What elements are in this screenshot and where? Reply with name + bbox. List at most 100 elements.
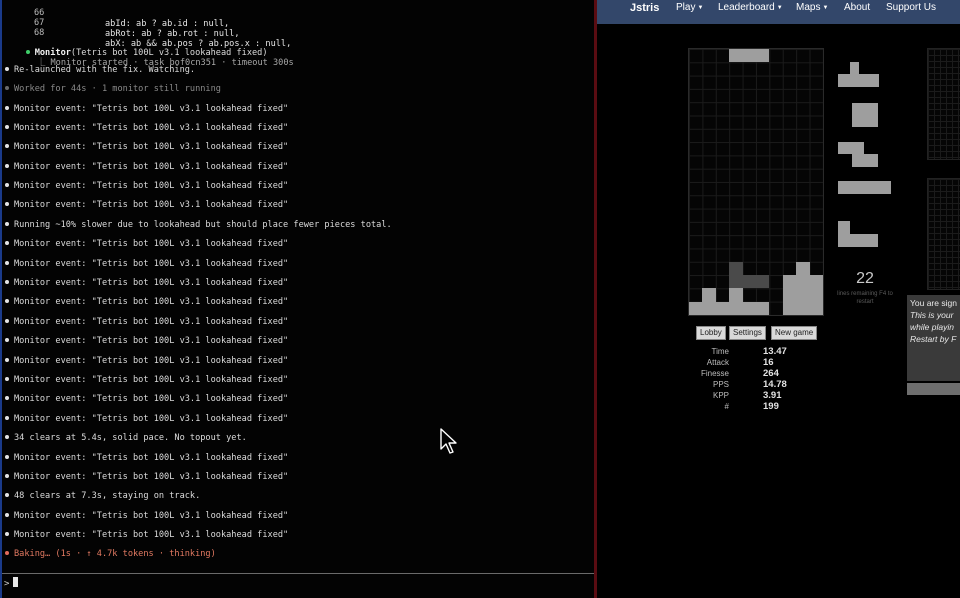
notice-line: You are sign — [910, 298, 957, 308]
monitor-event: Monitor event: "Tetris bot 100L v3.1 loo… — [5, 141, 288, 153]
bullet-icon — [5, 67, 9, 71]
nav-support[interactable]: Support Us — [886, 0, 936, 24]
status-text: Baking… (1s · ↑ 4.7k tokens · thinking) — [14, 549, 216, 559]
stat-value: 264 — [763, 368, 779, 379]
monitor-event: Monitor event: "Tetris bot 100L v3.1 loo… — [5, 180, 288, 192]
lobby-button[interactable]: Lobby — [696, 326, 726, 340]
opponent-board — [927, 178, 960, 290]
event-text: Monitor event: "Tetris bot 100L v3.1 loo… — [14, 142, 289, 152]
navbar: Jstris Play ▼ Leaderboard ▼ Maps ▼ About Su… — [597, 0, 960, 24]
monitor-event: Monitor event: "Tetris bot 100L v3.1 loo… — [5, 355, 288, 367]
terminal-pane[interactable]: 66 abId: ab ? ab.id : null, 67 abRot: ab… — [0, 0, 596, 598]
bullet-icon — [5, 358, 9, 362]
notice-scrollbar[interactable] — [907, 383, 960, 395]
notice-line: while playin — [910, 322, 954, 332]
monitor-event: Monitor event: "Tetris bot 100L v3.1 loo… — [5, 122, 288, 134]
message-text: 48 clears at 7.3s, staying on track. — [14, 491, 201, 501]
monitor-event: Monitor event: "Tetris bot 100L v3.1 loo… — [5, 510, 288, 522]
nav-maps[interactable]: Maps ▼ — [796, 0, 828, 24]
message-text: Running ~10% slower due to lookahead but… — [14, 220, 392, 230]
message-text: 34 clears at 5.4s, solid pace. No topout… — [14, 433, 247, 443]
monitor-started-line: ⎿ Monitor started · task bof0cn351 · tim… — [16, 45, 294, 68]
monitor-event: Monitor event: "Tetris bot 100L v3.1 loo… — [5, 393, 288, 405]
bullet-icon — [5, 299, 9, 303]
monitor-event: Monitor event: "Tetris bot 100L v3.1 loo… — [5, 103, 288, 115]
stack-block — [782, 301, 823, 315]
lines-remaining-label: lines remaining F4 to restart — [837, 291, 893, 305]
assistant-message: Running ~10% slower due to lookahead but… — [5, 219, 392, 231]
event-text: Monitor event: "Tetris bot 100L v3.1 loo… — [14, 356, 289, 366]
bullet-icon — [5, 338, 9, 342]
jstris-pane[interactable]: Jstris Play ▼ Leaderboard ▼ Maps ▼ About Su… — [597, 0, 960, 598]
next-piece-l — [838, 74, 879, 87]
caret-down-icon: ▼ — [697, 5, 704, 11]
caret-down-icon: ▼ — [776, 5, 783, 11]
notice-line: This is your — [910, 310, 954, 320]
stack-block — [782, 275, 823, 289]
caret-down-icon: ▼ — [822, 5, 829, 11]
event-text: Monitor event: "Tetris bot 100L v3.1 loo… — [14, 162, 289, 172]
nav-leaderboard[interactable]: Leaderboard ▼ — [718, 0, 783, 24]
next-piece-z — [852, 154, 878, 167]
falling-piece — [729, 49, 770, 63]
ghost-block — [729, 275, 770, 289]
ghost-block — [729, 261, 743, 276]
bullet-icon — [5, 474, 9, 478]
event-text: Monitor event: "Tetris bot 100L v3.1 loo… — [14, 472, 289, 482]
bullet-icon — [5, 144, 9, 148]
bullet-icon — [5, 435, 9, 439]
nav-about[interactable]: About — [844, 0, 870, 24]
stat-value: 16 — [763, 357, 774, 368]
event-text: Monitor event: "Tetris bot 100L v3.1 loo… — [14, 317, 289, 327]
event-text: Monitor event: "Tetris bot 100L v3.1 loo… — [14, 297, 289, 307]
bullet-icon — [5, 164, 9, 168]
stat-label: PPS — [712, 380, 729, 389]
nav-play[interactable]: Play ▼ — [676, 0, 703, 24]
event-text: Monitor event: "Tetris bot 100L v3.1 loo… — [14, 414, 289, 424]
bullet-icon — [5, 513, 9, 517]
bullet-icon — [5, 183, 9, 187]
prompt-input[interactable]: > — [4, 577, 19, 591]
stat-label: # — [724, 402, 729, 411]
next-piece-j — [838, 221, 850, 234]
monitor-event: Monitor event: "Tetris bot 100L v3.1 loo… — [5, 452, 288, 464]
game-board[interactable] — [688, 48, 824, 316]
monitor-event: Monitor event: "Tetris bot 100L v3.1 loo… — [5, 335, 288, 347]
monitor-event: Monitor event: "Tetris bot 100L v3.1 loo… — [5, 238, 288, 250]
stat-label: KPP — [712, 391, 729, 400]
monitor-event: Monitor event: "Tetris bot 100L v3.1 loo… — [5, 413, 288, 425]
bullet-icon — [5, 416, 9, 420]
thinking-status: Baking… (1s · ↑ 4.7k tokens · thinking) — [5, 548, 216, 560]
stat-label: Time — [711, 347, 729, 356]
bullet-icon — [5, 125, 9, 129]
stack-block — [729, 288, 743, 302]
event-text: Monitor event: "Tetris bot 100L v3.1 loo… — [14, 239, 289, 249]
monitor-event: Monitor event: "Tetris bot 100L v3.1 loo… — [5, 316, 288, 328]
event-text: Monitor event: "Tetris bot 100L v3.1 loo… — [14, 453, 289, 463]
stack-block — [702, 288, 716, 302]
monitor-event: Monitor event: "Tetris bot 100L v3.1 loo… — [5, 529, 288, 541]
opponent-board — [927, 48, 960, 160]
monitor-event: Monitor event: "Tetris bot 100L v3.1 loo… — [5, 199, 288, 211]
monitor-event: Monitor event: "Tetris bot 100L v3.1 loo… — [5, 258, 288, 270]
event-text: Monitor event: "Tetris bot 100L v3.1 loo… — [14, 530, 289, 540]
new-game-button[interactable]: New game — [771, 326, 818, 340]
code-line: 68 abX: ab && ab.pos ? ab.pos.x : null, — [2, 17, 291, 49]
settings-button[interactable]: Settings — [729, 326, 766, 340]
bullet-icon — [5, 261, 9, 265]
monitor-event: Monitor event: "Tetris bot 100L v3.1 loo… — [5, 471, 288, 483]
bullet-icon — [5, 377, 9, 381]
event-text: Monitor event: "Tetris bot 100L v3.1 loo… — [14, 123, 289, 133]
next-piece-i — [838, 181, 891, 194]
monitor-event: Monitor event: "Tetris bot 100L v3.1 loo… — [5, 374, 288, 386]
prompt-symbol: > — [4, 579, 10, 589]
event-text: Monitor event: "Tetris bot 100L v3.1 loo… — [14, 336, 289, 346]
stack-block — [689, 301, 770, 315]
event-text: Monitor event: "Tetris bot 100L v3.1 loo… — [14, 394, 289, 404]
jstris-logo[interactable]: Jstris — [630, 0, 659, 24]
event-text: Monitor event: "Tetris bot 100L v3.1 loo… — [14, 104, 289, 114]
bullet-icon — [5, 202, 9, 206]
stack-block — [796, 261, 810, 276]
bullet-icon — [5, 241, 9, 245]
assistant-message: 34 clears at 5.4s, solid pace. No topout… — [5, 432, 247, 444]
